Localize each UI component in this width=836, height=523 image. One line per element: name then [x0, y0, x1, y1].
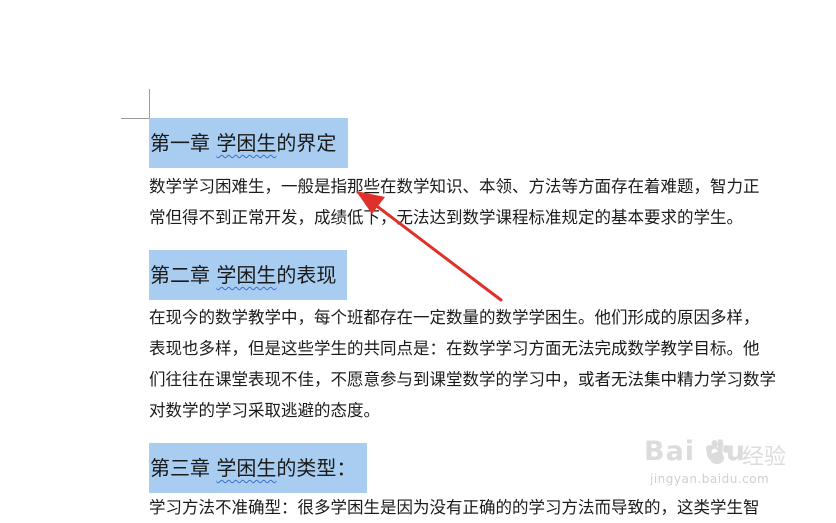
paragraph-chapter-1[interactable]: 数学学习困难生，一般是指那些在数学知识、本领、方法等方面存在着难题，智力正 常但…: [149, 171, 836, 233]
paragraph-line: 在现今的数学教学中，每个班都存在一定数量的数学学困生。他们形成的原因多样，: [149, 308, 760, 327]
heading-prefix: 第三章: [150, 456, 217, 480]
paragraph-line: 对数学的学习采取逃避的态度。: [149, 401, 380, 420]
paragraph-line: 常但得不到正常开发，成绩低下，无法达到数学课程标准规定的基本要求的学生。: [149, 208, 743, 227]
watermark-jingyan-text: 经验: [742, 445, 787, 470]
heading-prefix: 第一章: [150, 131, 217, 155]
margin-corner-mark-horizontal: [121, 118, 150, 119]
paragraph-line: 数学学习困难生，一般是指那些在数学知识、本领、方法等方面存在着难题，智力正: [149, 177, 760, 196]
baidu-jingyan-watermark: Bai du 经验 jingyan.baidu.com: [644, 436, 834, 498]
heading-chapter-2[interactable]: 第二章 学困生的表现: [149, 250, 347, 300]
margin-corner-mark-vertical: [149, 89, 150, 118]
spellcheck-underlined-word: 学困生: [216, 131, 277, 155]
paragraph-line: 表现也多样，但是这些学生的共同点是：在数学学习方面无法完成数学教学目标。他: [149, 339, 760, 358]
annotation-arrow: [356, 191, 503, 302]
heading-suffix: 的表现: [276, 263, 337, 287]
watermark-url-text: jingyan.baidu.com: [650, 472, 770, 486]
paragraph-line: 们往往在课堂表现不佳，不愿意参与到课堂数学的学习中，或者无法集中精力学习数学: [149, 370, 776, 389]
heading-chapter-3[interactable]: 第三章 学困生的类型：: [149, 443, 367, 493]
paragraph-chapter-2[interactable]: 在现今的数学教学中，每个班都存在一定数量的数学学困生。他们形成的原因多样， 表现…: [149, 302, 836, 426]
heading-prefix: 第二章: [150, 263, 217, 287]
heading-suffix: 的类型：: [276, 456, 357, 480]
document-page: 第一章 学困生的界定 数学学习困难生，一般是指那些在数学知识、本领、方法等方面存…: [0, 0, 836, 517]
spellcheck-underlined-word: 学困生: [216, 456, 277, 480]
spellcheck-underlined-word: 学困生: [216, 263, 277, 287]
heading-suffix: 的界定: [276, 131, 337, 155]
paw-icon: [706, 440, 729, 464]
heading-chapter-1[interactable]: 第一章 学困生的界定: [149, 118, 348, 168]
